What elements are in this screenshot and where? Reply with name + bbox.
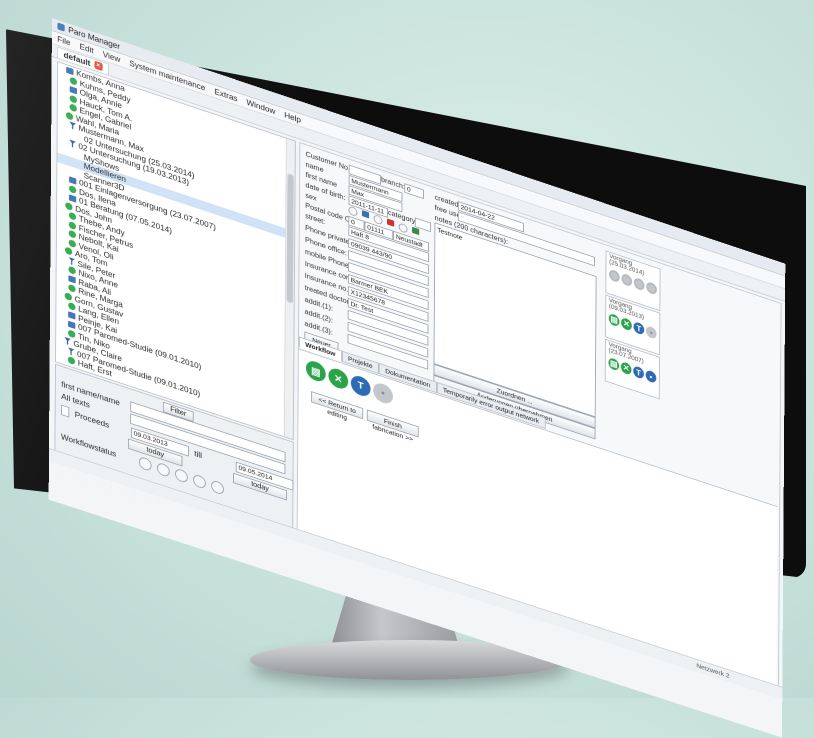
close-icon[interactable]: × — [94, 61, 102, 71]
folder-icon: ▤ — [608, 357, 619, 372]
tree-indent — [58, 94, 67, 97]
tree-indent — [57, 265, 66, 268]
scanner-icon[interactable]: T — [351, 373, 371, 398]
tree-indent — [57, 220, 66, 223]
tree-indent — [58, 139, 67, 142]
tools-icon[interactable]: ✕ — [328, 366, 348, 391]
tree-indent — [56, 320, 65, 323]
tree-indent — [57, 202, 62, 204]
status-filter-icon-3[interactable] — [175, 468, 188, 484]
tree-indent — [56, 329, 65, 332]
tools-icon: ✕ — [621, 361, 632, 376]
save-icon — [646, 281, 657, 296]
sex-label: sex — [305, 191, 316, 202]
tree-indent — [58, 85, 67, 88]
tree-indent — [57, 184, 66, 187]
scanner-icon: T — [633, 365, 644, 380]
other-icon — [412, 227, 419, 235]
male-icon — [362, 210, 369, 218]
tree-indent — [57, 229, 66, 232]
return-to-editing-button[interactable]: << Return to editing — [311, 391, 363, 419]
tree-indent — [56, 356, 65, 359]
scrollbar-thumb[interactable] — [287, 173, 294, 303]
tree-indent — [57, 256, 66, 259]
tree-indent — [57, 274, 66, 277]
status-filter-icon-2[interactable] — [157, 462, 170, 478]
tools-icon — [621, 273, 632, 288]
status-filter-icon-5[interactable] — [211, 479, 224, 495]
scanner-icon — [634, 277, 645, 292]
tree-indent — [56, 302, 65, 305]
tree-indent — [56, 292, 61, 294]
tools-icon: ✕ — [621, 317, 632, 332]
tree-indent — [57, 238, 66, 241]
female-icon — [387, 218, 394, 226]
save-icon: ▪ — [646, 325, 657, 340]
tree-indent — [56, 338, 61, 340]
folder-icon[interactable]: ▤ — [306, 359, 326, 384]
folder-icon — [609, 269, 620, 284]
folder-icon: ▤ — [609, 313, 620, 328]
tree-indent — [57, 247, 62, 249]
tree-indent — [58, 121, 67, 124]
status-filter-icon-4[interactable] — [193, 473, 206, 489]
proceeds-checkbox[interactable] — [61, 405, 69, 418]
save-icon: ▪ — [646, 369, 657, 384]
tree-indent — [56, 347, 65, 350]
tree-indent — [57, 211, 66, 214]
tree-indent — [56, 311, 65, 314]
save-icon[interactable]: ▪ — [373, 381, 393, 406]
app-icon — [57, 22, 64, 31]
status-filter-icon-1[interactable] — [139, 456, 152, 472]
tree-indent — [57, 283, 66, 286]
tree-indent — [58, 67, 63, 69]
finish-fabrication-button[interactable]: Finish fabrication >> — [367, 409, 419, 437]
tree-indent — [58, 103, 67, 106]
tree-scrollbar[interactable] — [284, 138, 295, 439]
tree-indent — [58, 76, 67, 79]
scanner-icon: T — [634, 321, 645, 336]
branch-input[interactable]: 0 — [404, 183, 424, 199]
tree-indent — [57, 175, 66, 178]
tree-indent — [58, 112, 63, 114]
tree-indent — [57, 193, 66, 196]
